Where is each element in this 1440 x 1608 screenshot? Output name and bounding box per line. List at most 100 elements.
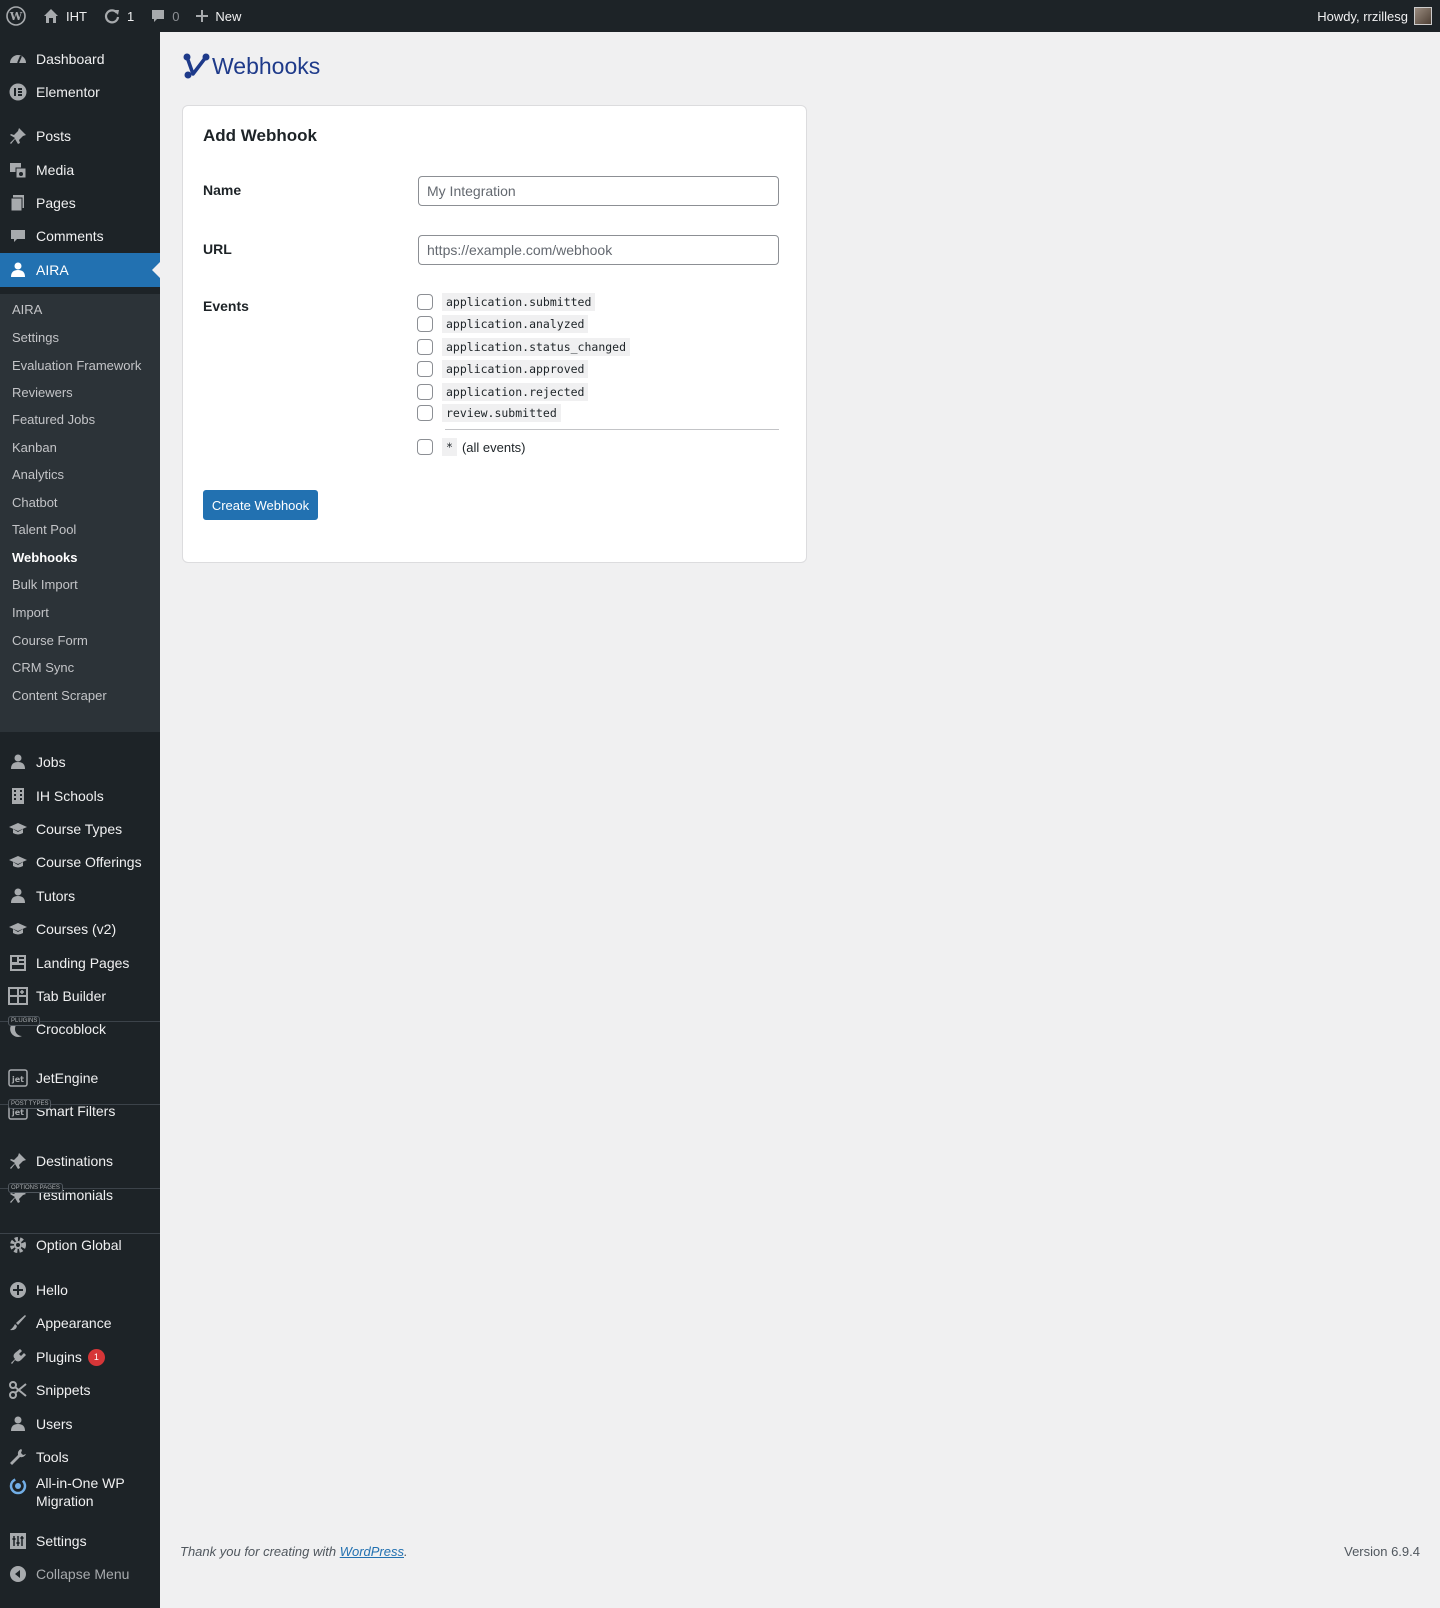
submenu-aira[interactable]: AIRA xyxy=(12,302,42,317)
submenu-evaluation-framework[interactable]: Evaluation Framework xyxy=(12,358,141,373)
wrench-icon xyxy=(8,1447,28,1467)
account-menu[interactable]: Howdy, rrzillesg xyxy=(1317,0,1440,32)
graduation-cap-icon xyxy=(8,852,28,872)
building-icon xyxy=(8,786,28,806)
menu-jobs[interactable]: Jobs xyxy=(0,745,160,779)
graduation-cap-icon xyxy=(8,919,28,939)
svg-text:jet: jet xyxy=(11,1108,24,1117)
menu-tab-builder[interactable]: Tab Builder xyxy=(0,979,160,1013)
menu-label: Crocoblock xyxy=(36,1021,107,1037)
refresh-icon xyxy=(104,9,120,24)
wordpress-logo-button[interactable]: W xyxy=(0,0,34,32)
event-code: application.submitted xyxy=(442,293,596,311)
event-checkbox-application-status-changed[interactable] xyxy=(417,339,433,355)
comments-link[interactable]: 0 xyxy=(142,0,187,32)
menu-label: Dashboard xyxy=(36,51,105,67)
menu-course-types[interactable]: Course Types xyxy=(0,812,160,846)
menu-jetengine[interactable]: jet JetEngine xyxy=(0,1061,160,1095)
all-events-code: * xyxy=(442,438,457,456)
media-icon xyxy=(8,160,28,180)
pages-icon xyxy=(8,193,28,213)
menu-label: Courses (v2) xyxy=(36,921,117,937)
admin-bar: W IHT 1 0 New Howdy, rrzillesg xyxy=(0,0,1440,32)
submenu-course-form[interactable]: Course Form xyxy=(12,633,88,648)
menu-courses-v2[interactable]: Courses (v2) xyxy=(0,912,160,946)
menu-ih-schools[interactable]: IH Schools xyxy=(0,779,160,813)
submenu-analytics[interactable]: Analytics xyxy=(12,467,64,482)
updates-link[interactable]: 1 xyxy=(95,0,142,32)
menu-landing-pages[interactable]: Landing Pages xyxy=(0,946,160,980)
footer-thanks: Thank you for creating with WordPress. xyxy=(180,1544,408,1559)
separator xyxy=(0,1233,160,1234)
event-checkbox-review-submitted[interactable] xyxy=(417,405,433,421)
submenu-crm-sync[interactable]: CRM Sync xyxy=(12,660,74,675)
create-webhook-button[interactable]: Create Webhook xyxy=(203,490,318,520)
submenu-featured-jobs[interactable]: Featured Jobs xyxy=(12,412,95,427)
menu-posts[interactable]: Posts xyxy=(0,119,160,153)
menu-label: Course Offerings xyxy=(36,854,142,870)
submenu-kanban[interactable]: Kanban xyxy=(12,440,57,455)
submenu-bulk-import[interactable]: Bulk Import xyxy=(12,577,78,592)
menu-course-offerings[interactable]: Course Offerings xyxy=(0,845,160,879)
card-title: Add Webhook xyxy=(203,126,317,145)
svg-text:W: W xyxy=(9,10,23,23)
webhook-logo-icon xyxy=(183,53,210,79)
brush-icon xyxy=(8,1313,28,1333)
submenu-import[interactable]: Import xyxy=(12,605,49,620)
menu-label: Collapse Menu xyxy=(36,1566,130,1582)
menu-plugins[interactable]: Plugins 1 xyxy=(0,1340,160,1374)
menu-label: Appearance xyxy=(36,1315,112,1331)
elementor-icon xyxy=(8,82,28,102)
site-name: IHT xyxy=(66,8,87,24)
menu-users[interactable]: Users xyxy=(0,1407,160,1441)
menu-pages[interactable]: Pages xyxy=(0,186,160,220)
menu-dashboard[interactable]: Dashboard xyxy=(0,42,160,76)
avatar xyxy=(1414,7,1432,25)
menu-appearance[interactable]: Appearance xyxy=(0,1306,160,1340)
wordpress-link[interactable]: WordPress xyxy=(340,1544,404,1559)
menu-elementor[interactable]: Elementor xyxy=(0,75,160,109)
new-content-link[interactable]: New xyxy=(187,0,249,32)
menu-media[interactable]: Media xyxy=(0,153,160,187)
section-label: PLUGINS xyxy=(8,1016,41,1026)
menu-destinations[interactable]: Destinations xyxy=(0,1144,160,1178)
submenu-chatbot[interactable]: Chatbot xyxy=(12,495,58,510)
submenu-content-scraper[interactable]: Content Scraper xyxy=(12,688,107,703)
menu-hello[interactable]: Hello xyxy=(0,1273,160,1307)
event-code: application.approved xyxy=(442,360,589,378)
event-checkbox-application-rejected[interactable] xyxy=(417,384,433,400)
submenu-webhooks[interactable]: Webhooks xyxy=(12,550,78,565)
user-icon xyxy=(8,260,28,280)
menu-all-in-one-wp-migration[interactable]: All-in-One WP Migration xyxy=(0,1474,160,1514)
user-icon xyxy=(8,1414,28,1434)
menu-label: Hello xyxy=(36,1282,68,1298)
migration-icon xyxy=(8,1476,28,1496)
menu-label: Snippets xyxy=(36,1382,91,1398)
event-checkbox-application-approved[interactable] xyxy=(417,361,433,377)
admin-sidebar: Dashboard Elementor Posts Media Pages Co… xyxy=(0,32,160,1608)
menu-tutors[interactable]: Tutors xyxy=(0,879,160,913)
menu-comments[interactable]: Comments xyxy=(0,219,160,253)
event-checkbox-all[interactable] xyxy=(417,439,433,455)
comment-icon xyxy=(152,10,165,22)
menu-tools[interactable]: Tools xyxy=(0,1440,160,1474)
event-checkbox-application-submitted[interactable] xyxy=(417,294,433,310)
graduation-cap-icon xyxy=(8,819,28,839)
name-input[interactable] xyxy=(418,176,779,206)
gear-icon xyxy=(8,1235,28,1255)
menu-aira[interactable]: AIRA xyxy=(0,253,160,287)
menu-label: JetEngine xyxy=(36,1070,99,1086)
menu-settings[interactable]: Settings xyxy=(0,1524,160,1558)
pin-icon xyxy=(8,1151,28,1171)
submenu-reviewers[interactable]: Reviewers xyxy=(12,385,73,400)
plug-icon xyxy=(8,1347,28,1367)
submenu-talent-pool[interactable]: Talent Pool xyxy=(12,522,76,537)
menu-snippets[interactable]: Snippets xyxy=(0,1373,160,1407)
site-name-link[interactable]: IHT xyxy=(34,0,95,32)
collapse-menu-button[interactable]: Collapse Menu xyxy=(0,1557,160,1591)
submenu-settings[interactable]: Settings xyxy=(12,330,59,345)
event-checkbox-application-analyzed[interactable] xyxy=(417,316,433,332)
footer-version: Version 6.9.4 xyxy=(1344,1544,1420,1559)
url-input[interactable] xyxy=(418,235,779,265)
section-options-pages: OPTIONS PAGES xyxy=(0,1183,160,1193)
